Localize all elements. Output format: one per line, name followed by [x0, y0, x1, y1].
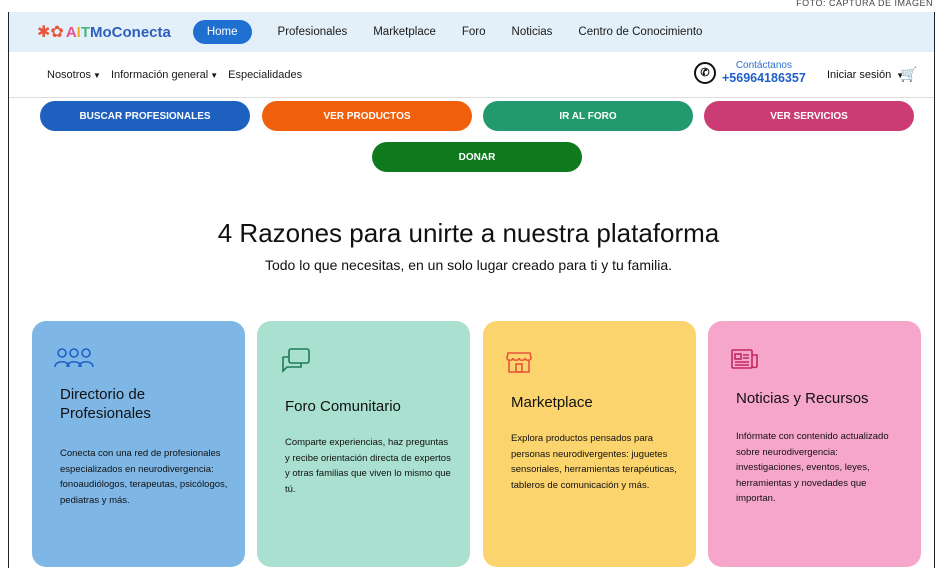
- top-navbar: ✱✿ A I T MoConecta Home Profesionales Ma…: [9, 12, 934, 52]
- card-title: Foro Comunitario: [285, 398, 401, 415]
- nav-marketplace[interactable]: Marketplace: [373, 26, 436, 38]
- feature-card-directorio[interactable]: Directorio de Profesionales Conecta con …: [32, 321, 245, 567]
- feature-card-noticias[interactable]: Noticias y Recursos Infórmate con conten…: [708, 321, 921, 567]
- photo-caption: FOTO: CAPTURA DE IMAGEN: [796, 0, 933, 8]
- page-subtitle: Todo lo que necesitas, en un solo lugar …: [264, 257, 673, 273]
- secondary-navbar: Nosotros ▼ Información general ▼ Especiali…: [9, 52, 934, 98]
- card-body: Comparte experiencias, haz preguntas y r…: [285, 437, 451, 495]
- login-menu[interactable]: Iniciar sesión ▼: [827, 69, 904, 81]
- page-title: 4 Razones para unirte a nuestra platafor…: [217, 218, 720, 248]
- card-body: Infórmate con contenido actualizado sobr…: [736, 431, 889, 504]
- card-title: Marketplace: [511, 394, 593, 411]
- menu-informacion-label: Información general: [110, 68, 209, 81]
- users-icon: [54, 347, 94, 374]
- menu-especialidades[interactable]: Especialidades: [228, 69, 302, 81]
- whatsapp-icon: ✆: [694, 61, 716, 84]
- frame-border-right: [934, 12, 935, 568]
- secondary-nav-menu: Nosotros ▼ Información general ▼ Especiali…: [47, 69, 312, 81]
- logo-wordmark: A I T MoConecta: [66, 24, 171, 41]
- logo-letter-a: A: [65, 23, 77, 41]
- logo-icon: ✱✿: [37, 24, 64, 41]
- nav-centro-conocimiento[interactable]: Centro de Conocimiento: [578, 26, 702, 38]
- nav-foro[interactable]: Foro: [462, 26, 486, 38]
- nav-profesionales[interactable]: Profesionales: [278, 26, 348, 38]
- menu-nosotros-label: Nosotros: [47, 68, 92, 81]
- ver-productos-button[interactable]: VER PRODUCTOS: [262, 101, 472, 131]
- ver-servicios-button[interactable]: VER SERVICIOS: [704, 101, 914, 131]
- card-body: Conecta con una red de profesionales esp…: [60, 448, 228, 506]
- contact-label: Contáctanos: [735, 60, 792, 71]
- news-icon: [730, 347, 760, 376]
- buscar-profesionales-button[interactable]: BUSCAR PROFESIONALES: [40, 101, 250, 131]
- card-title: Noticias y Recursos: [736, 390, 869, 407]
- cart-icon[interactable]: 🛒: [900, 66, 917, 83]
- whatsapp-contact[interactable]: ✆ Contáctanos +56964186357: [694, 60, 806, 85]
- logo-letter-t: T: [80, 23, 90, 41]
- card-title: Directorio de Profesionales: [60, 386, 151, 422]
- menu-nosotros[interactable]: Nosotros ▼: [47, 69, 101, 81]
- chevron-down-icon: ▼: [93, 70, 101, 80]
- feature-card-foro[interactable]: Foro Comunitario Comparte experiencias, …: [257, 321, 470, 567]
- menu-informacion-general[interactable]: Información general ▼: [111, 69, 218, 81]
- main-nav: Home Profesionales Marketplace Foro Noti…: [192, 20, 729, 44]
- site-logo[interactable]: ✱✿ A I T MoConecta: [37, 22, 171, 42]
- logo-text: MoConecta: [90, 23, 171, 41]
- feature-card-marketplace[interactable]: Marketplace Explora productos pensados p…: [483, 321, 696, 567]
- donar-button[interactable]: DONAR: [372, 142, 582, 172]
- contact-text: Contáctanos +56964186357: [722, 60, 806, 85]
- screenshot-frame: FOTO: CAPTURA DE IMAGEN ✱✿ A I T MoConec…: [0, 0, 937, 568]
- nav-noticias[interactable]: Noticias: [512, 26, 553, 38]
- ir-al-foro-button[interactable]: IR AL FORO: [483, 101, 693, 131]
- nav-home[interactable]: Home: [192, 20, 252, 44]
- contact-phone: +56964186357: [722, 71, 806, 85]
- card-body: Explora productos pensados para personas…: [511, 433, 677, 491]
- login-label: Iniciar sesión: [827, 69, 892, 81]
- store-icon: [505, 347, 533, 380]
- chevron-down-icon: ▼: [210, 70, 219, 80]
- chat-icon: [279, 347, 313, 382]
